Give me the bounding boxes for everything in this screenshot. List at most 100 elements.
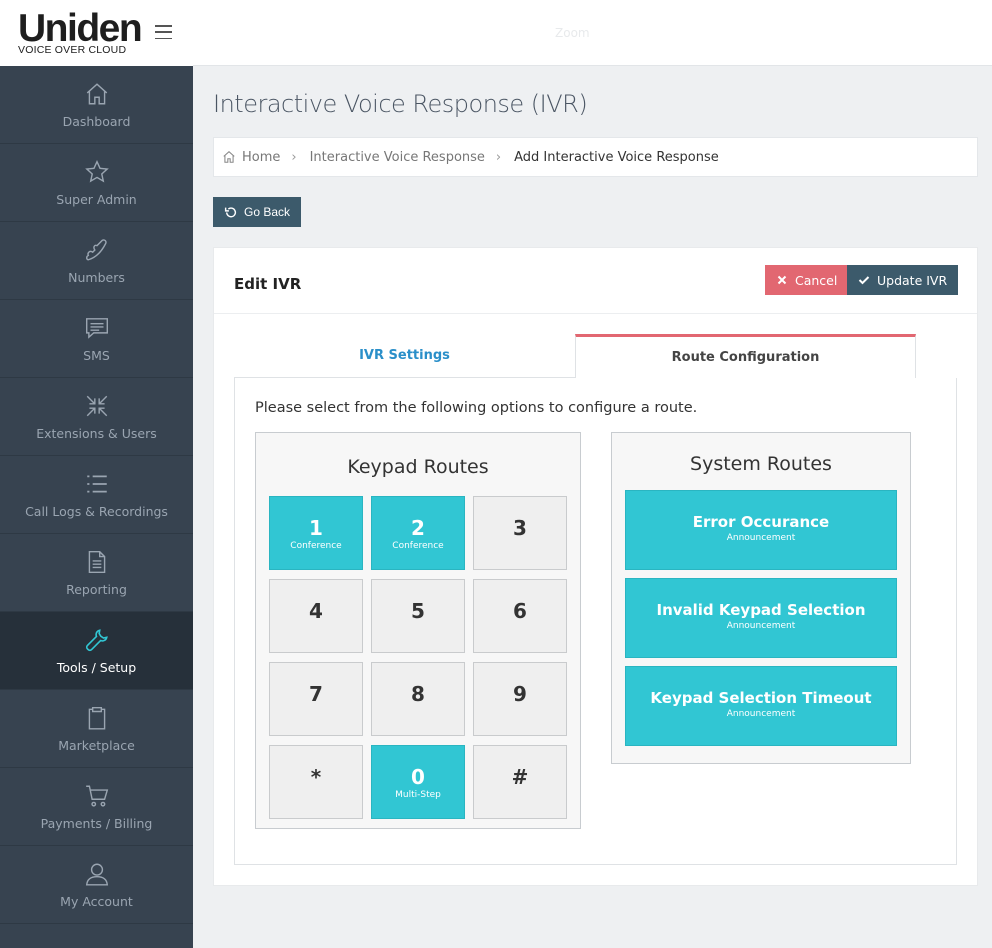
keypad-grid: 1 Conference 2 Conference 3 4 5 6 7 8 9 * … [269, 496, 567, 819]
cancel-button[interactable]: Cancel [765, 265, 849, 295]
breadcrumb-home-label: Home [242, 149, 281, 165]
sidebar-item-call-logs[interactable]: Call Logs & Recordings [0, 456, 193, 534]
document-icon [83, 548, 111, 576]
go-back-button[interactable]: Go Back [213, 197, 302, 227]
keypad-routes-box: Keypad Routes 1 Conference 2 Conference 3 … [255, 432, 581, 829]
check-icon [858, 276, 870, 285]
keypad-key-3[interactable]: 3 [473, 496, 567, 570]
keypad-key-hash[interactable]: # [473, 745, 567, 819]
key-number: 9 [513, 682, 527, 706]
keypad-key-9[interactable]: 9 [473, 662, 567, 736]
top-header: Zoom [193, 0, 992, 66]
sidebar-item-label: Call Logs & Recordings [25, 504, 168, 519]
menu-toggle-icon[interactable] [155, 25, 172, 39]
go-back-label: Go Back [244, 205, 291, 219]
sidebar-item-label: Numbers [68, 270, 125, 285]
keypad-key-2[interactable]: 2 Conference [371, 496, 465, 570]
brand-tagline: VOICE OVER CLOUD [18, 43, 127, 56]
breadcrumb-home[interactable]: Home [222, 150, 280, 165]
key-number: 1 [309, 516, 323, 540]
key-number: 2 [411, 516, 425, 540]
keypad-key-1[interactable]: 1 Conference [269, 496, 363, 570]
route-instructions: Please select from the following options… [255, 400, 698, 416]
keypad-key-8[interactable]: 8 [371, 662, 465, 736]
keypad-key-6[interactable]: 6 [473, 579, 567, 653]
phone-icon [83, 236, 111, 264]
key-number: 5 [411, 599, 425, 623]
keypad-key-star[interactable]: * [269, 745, 363, 819]
panel-header: Edit IVR Cancel Update IVR [214, 248, 977, 314]
sidebar-item-label: Tools / Setup [56, 660, 137, 675]
routes-area: Keypad Routes 1 Conference 2 Conference 3 … [255, 432, 936, 829]
cart-icon [83, 782, 111, 810]
undo-icon [224, 206, 237, 217]
breadcrumb-current: Add Interactive Voice Response [514, 149, 719, 165]
system-route-type: Announcement [726, 533, 796, 543]
list-icon [83, 470, 111, 498]
system-route-error[interactable]: Error Occurance Announcement [625, 490, 897, 570]
key-route-type: Conference [290, 541, 342, 551]
update-ivr-button[interactable]: Update IVR [847, 265, 959, 295]
keypad-key-7[interactable]: 7 [269, 662, 363, 736]
tab-ivr-settings[interactable]: IVR Settings [234, 334, 575, 378]
cancel-label: Cancel [795, 272, 838, 288]
sidebar-item-label: Marketplace [58, 738, 135, 753]
sidebar-item-dashboard[interactable]: Dashboard [0, 66, 193, 144]
route-configuration-content: Please select from the following options… [234, 378, 957, 865]
system-route-type: Announcement [726, 621, 796, 631]
tab-bar: IVR Settings Route Configuration [234, 334, 957, 378]
sidebar-item-label: My Account [60, 894, 133, 909]
home-icon [223, 151, 235, 163]
main-content: Interactive Voice Response (IVR) Home › … [213, 66, 978, 886]
keypad-key-0[interactable]: 0 Multi-Step [371, 745, 465, 819]
sidebar-item-extensions-users[interactable]: Extensions & Users [0, 378, 193, 456]
sidebar-item-marketplace[interactable]: Marketplace [0, 690, 193, 768]
sidebar-item-payments-billing[interactable]: Payments / Billing [0, 768, 193, 846]
sidebar-item-label: Dashboard [62, 114, 131, 129]
sidebar-item-super-admin[interactable]: Super Admin [0, 144, 193, 222]
system-route-type: Announcement [726, 709, 796, 719]
message-icon [83, 314, 111, 342]
edit-ivr-panel: Edit IVR Cancel Update IVR IVR Settings … [213, 247, 978, 886]
system-route-selection-timeout[interactable]: Keypad Selection Timeout Announcement [625, 666, 897, 746]
key-number: 0 [411, 765, 425, 789]
system-routes-title: System Routes [690, 453, 832, 475]
wrench-icon [83, 626, 111, 654]
sidebar-item-label: Super Admin [56, 192, 137, 207]
sidebar-item-label: Reporting [66, 582, 127, 597]
sidebar: Uniden VOICE OVER CLOUD Dashboard Super … [0, 0, 193, 948]
page-title: Interactive Voice Response (IVR) [213, 90, 588, 118]
breadcrumb-section[interactable]: Interactive Voice Response [310, 150, 485, 165]
sidebar-item-tools-setup[interactable]: Tools / Setup [0, 612, 193, 690]
key-route-type: Conference [392, 541, 444, 551]
close-icon [777, 275, 787, 285]
clipboard-icon [83, 704, 111, 732]
sidebar-item-label: SMS [83, 348, 110, 363]
system-route-name: Error Occurance [692, 513, 830, 531]
keypad-key-4[interactable]: 4 [269, 579, 363, 653]
sidebar-item-sms[interactable]: SMS [0, 300, 193, 378]
key-number: # [511, 765, 529, 789]
sidebar-item-my-account[interactable]: My Account [0, 846, 193, 924]
key-number: 6 [513, 599, 527, 623]
update-ivr-label: Update IVR [877, 272, 948, 288]
chevron-right-icon: › [495, 149, 502, 165]
user-icon [83, 860, 111, 888]
panel-body: IVR Settings Route Configuration Please … [214, 314, 977, 885]
sidebar-item-label: Payments / Billing [40, 816, 153, 831]
header-center-text: Zoom [555, 26, 590, 40]
brand-logo[interactable]: Uniden VOICE OVER CLOUD [18, 9, 143, 56]
keypad-key-5[interactable]: 5 [371, 579, 465, 653]
key-number: 4 [309, 599, 323, 623]
panel-title: Edit IVR [234, 275, 302, 293]
sidebar-item-numbers[interactable]: Numbers [0, 222, 193, 300]
key-number: 3 [513, 516, 527, 540]
sidebar-item-reporting[interactable]: Reporting [0, 534, 193, 612]
sidebar-item-label: Extensions & Users [36, 426, 157, 441]
star-icon [83, 158, 111, 186]
breadcrumb: Home › Interactive Voice Response › Add … [213, 137, 978, 177]
keypad-routes-title: Keypad Routes [347, 456, 489, 478]
tab-route-configuration[interactable]: Route Configuration [575, 334, 916, 378]
system-routes-box: System Routes Error Occurance Announcemen… [611, 432, 911, 764]
system-route-invalid-selection[interactable]: Invalid Keypad Selection Announcement [625, 578, 897, 658]
